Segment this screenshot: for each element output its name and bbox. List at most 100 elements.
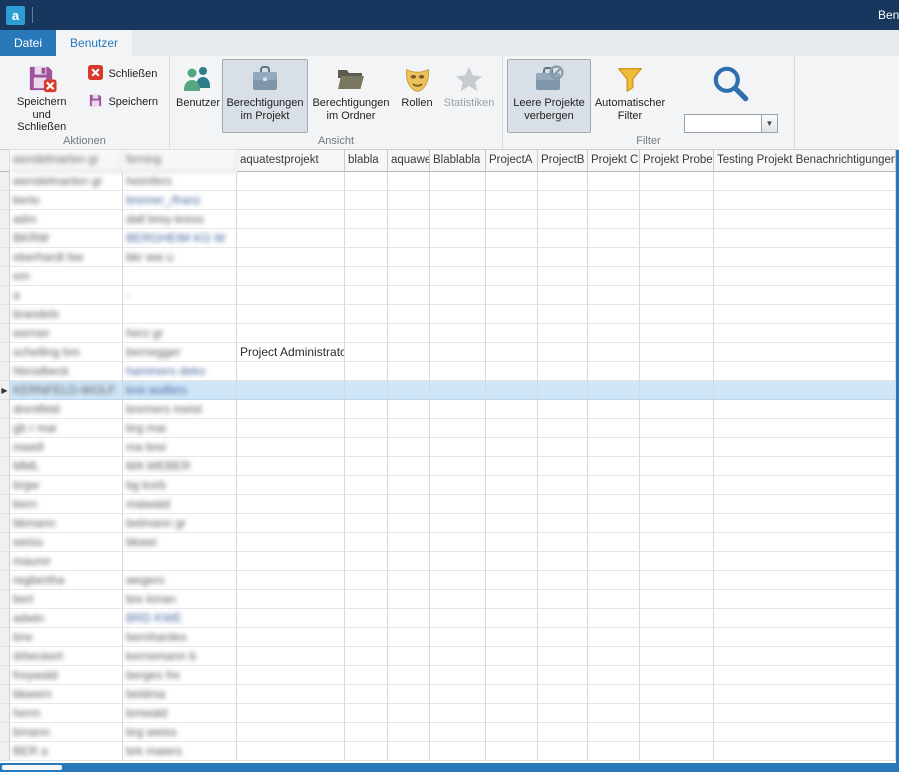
grid-cell-p8[interactable] [640, 400, 714, 419]
grid-cell-p2[interactable] [345, 400, 388, 419]
grid-cell-p1[interactable] [237, 191, 345, 210]
grid-cell-c2[interactable]: bkwei [123, 533, 237, 552]
grid-cell-p9[interactable] [714, 495, 896, 514]
grid-cell-p8[interactable] [640, 571, 714, 590]
grid-cell-p9[interactable] [714, 514, 896, 533]
grid-cell-p6[interactable] [538, 609, 588, 628]
grid-cell-p3[interactable] [388, 267, 430, 286]
grid-cell-p2[interactable] [345, 552, 388, 571]
grid-cell-p7[interactable] [588, 305, 640, 324]
grid-cell-p3[interactable] [388, 552, 430, 571]
grid-cell-p1[interactable] [237, 476, 345, 495]
grid-row[interactable]: weissbkwei [0, 533, 896, 552]
grid-cell-p1[interactable] [237, 514, 345, 533]
grid-cell-p8[interactable] [640, 685, 714, 704]
grid-cell-p5[interactable] [486, 666, 538, 685]
permissions-in-project-button[interactable]: Berechtigungen im Projekt [222, 59, 308, 133]
grid-cell-p4[interactable] [430, 457, 486, 476]
grid-cell-p3[interactable] [388, 628, 430, 647]
grid-cell-p1[interactable] [237, 533, 345, 552]
grid-cell-c2[interactable]: bre kman [123, 590, 237, 609]
grid-cell-p9[interactable] [714, 647, 896, 666]
grid-cell-p7[interactable] [588, 590, 640, 609]
grid-cell-c2[interactable]: bg korb [123, 476, 237, 495]
grid-cell-p2[interactable] [345, 723, 388, 742]
grid-cell-p1[interactable] [237, 609, 345, 628]
column-header-c1[interactable]: wendelmarten gr [10, 150, 123, 172]
grid-cell-p1[interactable] [237, 704, 345, 723]
grid-cell-p2[interactable] [345, 476, 388, 495]
grid-cell-p7[interactable] [588, 476, 640, 495]
grid-row[interactable]: adwinBRD KWE [0, 609, 896, 628]
grid-cell-p1[interactable] [237, 419, 345, 438]
grid-cell-p1[interactable] [237, 666, 345, 685]
grid-cell-p5[interactable] [486, 400, 538, 419]
grid-cell-p8[interactable] [640, 419, 714, 438]
grid-cell-c1[interactable]: brw [10, 628, 123, 647]
grid-cell-p2[interactable] [345, 571, 388, 590]
grid-cell-p4[interactable] [430, 628, 486, 647]
grid-row[interactable]: BKRWBERGHEIM KG W [0, 229, 896, 248]
grid-cell-c1[interactable]: berl [10, 590, 123, 609]
grid-cell-p4[interactable] [430, 343, 486, 362]
grid-row[interactable]: MMLMA WEBER [0, 457, 896, 476]
grid-cell-p9[interactable] [714, 343, 896, 362]
grid-cell-p9[interactable] [714, 248, 896, 267]
grid-cell-c2[interactable]: brg weiss [123, 723, 237, 742]
grid-cell-p7[interactable] [588, 267, 640, 286]
grid-cell-p1[interactable] [237, 438, 345, 457]
grid-cell-p9[interactable] [714, 685, 896, 704]
grid-cell-p2[interactable] [345, 305, 388, 324]
grid-cell-p3[interactable] [388, 723, 430, 742]
grid-cell-p2[interactable] [345, 457, 388, 476]
grid-row[interactable]: bmannbrg weiss [0, 723, 896, 742]
grid-cell-p9[interactable] [714, 704, 896, 723]
grid-cell-p4[interactable] [430, 305, 486, 324]
grid-cell-p3[interactable] [388, 191, 430, 210]
grid-row[interactable]: brwbernhardes [0, 628, 896, 647]
grid-cell-p2[interactable] [345, 248, 388, 267]
grid-cell-p6[interactable] [538, 419, 588, 438]
grid-cell-p5[interactable] [486, 419, 538, 438]
grid-cell-c2[interactable]: kernemann b [123, 647, 237, 666]
grid-cell-p1[interactable] [237, 286, 345, 305]
grid-cell-p1[interactable] [237, 362, 345, 381]
grid-cell-c1[interactable]: BKRW [10, 229, 123, 248]
grid-cell-p4[interactable] [430, 400, 486, 419]
grid-cell-p8[interactable] [640, 533, 714, 552]
grid-cell-p3[interactable] [388, 590, 430, 609]
grid-cell-c1[interactable]: bmann [10, 723, 123, 742]
grid-cell-p8[interactable] [640, 305, 714, 324]
grid-cell-p6[interactable] [538, 590, 588, 609]
grid-cell-p7[interactable] [588, 229, 640, 248]
grid-cell-p2[interactable] [345, 381, 388, 400]
grid-cell-p4[interactable] [430, 495, 486, 514]
grid-cell-p3[interactable] [388, 495, 430, 514]
grid-cell-p8[interactable] [640, 286, 714, 305]
grid-cell-p4[interactable] [430, 571, 486, 590]
grid-cell-p1[interactable] [237, 267, 345, 286]
grid-cell-p3[interactable] [388, 438, 430, 457]
grid-cell-p7[interactable] [588, 723, 640, 742]
grid-row[interactable]: eberhardt bwbkr ww u [0, 248, 896, 267]
grid-cell-c2[interactable]: hammers deko [123, 362, 237, 381]
grid-cell-p9[interactable] [714, 742, 896, 761]
grid-cell-p9[interactable] [714, 419, 896, 438]
grid-cell-c2[interactable]: wegers [123, 571, 237, 590]
grid-cell-p8[interactable] [640, 229, 714, 248]
grid-cell-p5[interactable] [486, 267, 538, 286]
grid-cell-p7[interactable] [588, 343, 640, 362]
grid-cell-p3[interactable] [388, 514, 430, 533]
grid-cell-c1[interactable]: herm [10, 704, 123, 723]
grid-cell-p9[interactable] [714, 457, 896, 476]
grid-cell-c1[interactable]: werner [10, 324, 123, 343]
grid-cell-p9[interactable] [714, 362, 896, 381]
grid-row[interactable]: mwellma brei [0, 438, 896, 457]
grid-cell-p9[interactable] [714, 229, 896, 248]
horizontal-scrollbar[interactable] [0, 763, 899, 772]
grid-cell-p6[interactable] [538, 514, 588, 533]
grid-cell-p5[interactable] [486, 172, 538, 191]
grid-cell-c1[interactable]: maurer [10, 552, 123, 571]
grid-row[interactable]: bkmannbelmann gr [0, 514, 896, 533]
grid-cell-c2[interactable]: brg mai [123, 419, 237, 438]
